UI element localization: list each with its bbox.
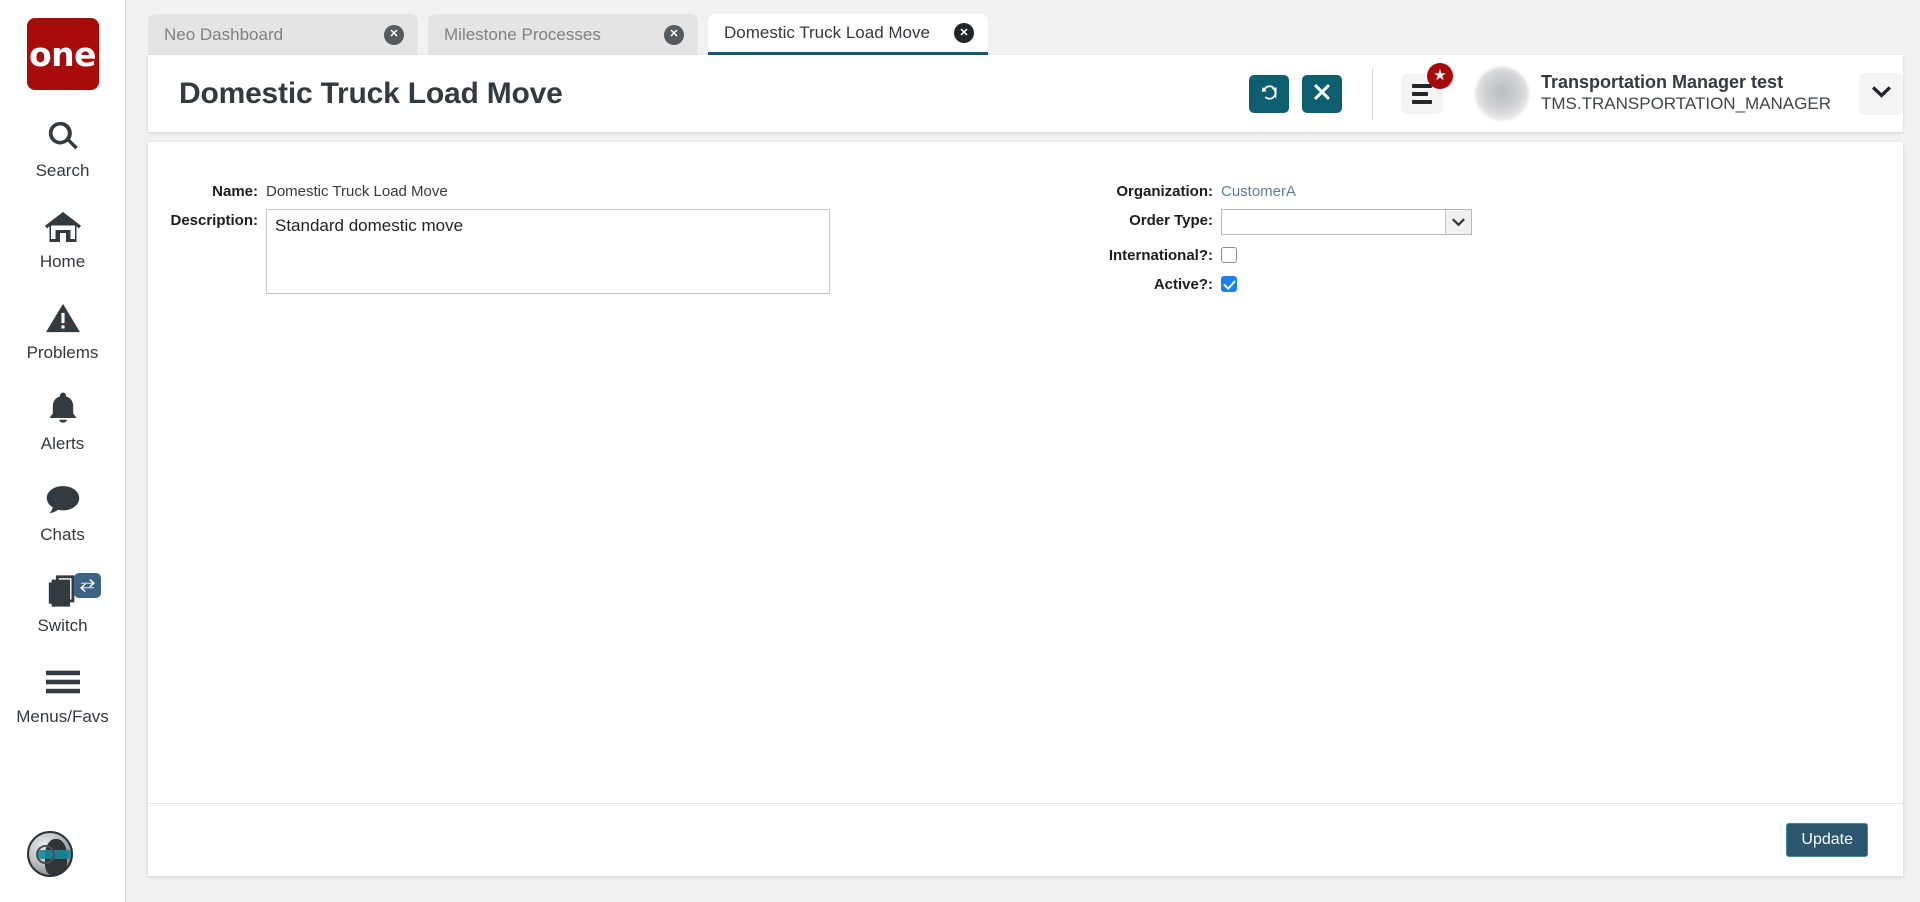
user-menu-toggle[interactable] (1859, 72, 1903, 115)
tab-label: Milestone Processes (444, 24, 601, 44)
hamburger-bar (1412, 91, 1429, 96)
search-icon (46, 116, 80, 156)
organization-label: Organization: (1116, 183, 1213, 200)
order-type-label: Order Type: (1129, 212, 1213, 229)
star-badge-icon (1427, 62, 1454, 89)
card-footer: Update (148, 804, 1903, 876)
close-button[interactable] (1302, 74, 1343, 113)
tab-domestic-truck-load-move[interactable]: Domestic Truck Load Move (708, 14, 988, 55)
organization-value[interactable]: CustomerA (1221, 180, 1296, 200)
field-row-international: International?: (1048, 244, 1748, 264)
page-title: Domestic Truck Load Move (179, 76, 563, 110)
field-row-order-type: Order Type: (1048, 209, 1748, 235)
app-logo-text: one (28, 34, 97, 74)
tab-close-icon[interactable] (954, 23, 974, 43)
sidebar-item-alerts[interactable]: Alerts (0, 389, 126, 454)
refresh-icon (1260, 83, 1279, 105)
header-actions: Transportation Manager test TMS.TRANSPOR… (1249, 55, 1903, 132)
sidebar-item-label-alerts: Alerts (40, 434, 85, 453)
left-sidebar: one Search Home Problems Alerts Chats Sw… (0, 0, 126, 902)
update-button[interactable]: Update (1786, 823, 1868, 857)
sidebar-item-label-switch: Switch (37, 616, 88, 635)
user-name: Transportation Manager test (1541, 72, 1784, 93)
app-logo[interactable]: one (26, 18, 99, 90)
active-label: Active?: (1153, 276, 1213, 293)
description-textarea[interactable] (266, 209, 830, 294)
sidebar-item-menus-favs[interactable]: Menus/Favs (0, 662, 126, 727)
chevron-down-icon (1871, 85, 1891, 103)
hamburger-icon (45, 662, 80, 702)
user-role: TMS.TRANSPORTATION_MANAGER (1541, 94, 1831, 113)
refresh-button[interactable] (1249, 74, 1290, 113)
field-row-name: Name: Domestic Truck Load Move (148, 180, 993, 200)
active-checkbox[interactable] (1221, 276, 1237, 292)
international-label: International?: (1108, 247, 1213, 264)
tab-close-icon[interactable] (384, 24, 404, 45)
avatar (1475, 66, 1530, 121)
tab-label: Neo Dashboard (164, 24, 284, 44)
page-header-card: Domestic Truck Load Move Transportati (148, 55, 1903, 132)
international-checkbox[interactable] (1221, 247, 1237, 263)
sidebar-item-search[interactable]: Search (0, 116, 126, 181)
chevron-down-icon[interactable] (1445, 210, 1471, 234)
sidebar-item-label-menus-favs: Menus/Favs (16, 707, 109, 726)
order-type-select[interactable] (1221, 209, 1472, 235)
form-column-left: Name: Domestic Truck Load Move Descripti… (148, 180, 993, 303)
field-row-organization: Organization: CustomerA (1048, 180, 1748, 200)
tab-milestone-processes[interactable]: Milestone Processes (428, 14, 698, 55)
warning-triangle-icon (45, 298, 80, 338)
hamburger-bar (1412, 99, 1433, 104)
menu-favorites-button[interactable] (1401, 62, 1454, 114)
form-area: Name: Domestic Truck Load Move Descripti… (148, 142, 1903, 803)
content-card: Name: Domestic Truck Load Move Descripti… (148, 142, 1903, 876)
description-label: Description: (170, 212, 258, 229)
user-profile[interactable]: Transportation Manager test TMS.TRANSPOR… (1475, 66, 1831, 121)
sidebar-item-home[interactable]: Home (0, 207, 126, 272)
sidebar-item-switch[interactable]: Switch (0, 571, 126, 636)
close-x-icon (1314, 84, 1331, 103)
sidebar-item-problems[interactable]: Problems (0, 298, 126, 363)
ai-assistant-avatar-icon[interactable] (27, 831, 73, 877)
tab-close-icon[interactable] (664, 24, 684, 45)
switch-toggle-badge-icon[interactable] (73, 573, 101, 598)
sidebar-item-label-chats: Chats (40, 525, 85, 544)
chat-bubble-icon (46, 480, 80, 520)
field-row-description: Description: (148, 209, 993, 294)
sidebar-item-label-problems: Problems (26, 343, 99, 362)
sidebar-item-label-search: Search (35, 161, 90, 180)
browser-tab-bar: Neo Dashboard Milestone Processes Domest… (126, 0, 1920, 55)
header-divider (1372, 67, 1374, 120)
assistant-ring (36, 845, 55, 864)
home-icon (44, 207, 81, 247)
field-row-active: Active?: (1048, 273, 1748, 293)
hamburger-menu-icon (1412, 82, 1433, 106)
name-value: Domestic Truck Load Move (266, 183, 448, 200)
name-label: Name: (212, 183, 258, 200)
sidebar-item-chats[interactable]: Chats (0, 480, 126, 545)
tab-label: Domestic Truck Load Move (724, 23, 930, 42)
sidebar-item-label-home: Home (39, 252, 86, 271)
bell-icon (48, 389, 78, 429)
tab-neo-dashboard[interactable]: Neo Dashboard (148, 14, 418, 55)
user-info: Transportation Manager test TMS.TRANSPOR… (1541, 72, 1831, 115)
form-column-right: Organization: CustomerA Order Type: Inte… (1048, 180, 1748, 302)
